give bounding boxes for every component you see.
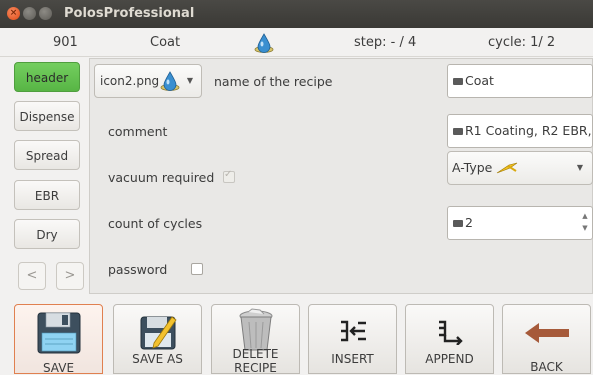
sidebar-item-header[interactable]: header bbox=[14, 62, 80, 92]
bottom-toolbar: SAVE SAVE AS DELETE RECIPE INSERT APPEND… bbox=[0, 304, 593, 375]
cycles-spinbox[interactable]: 2 ▲ ▼ bbox=[447, 206, 593, 240]
password-label: password bbox=[108, 262, 168, 277]
icon-select[interactable]: icon2.png ▼ bbox=[94, 64, 202, 98]
insert-button[interactable]: INSERT bbox=[308, 304, 397, 374]
comment-field[interactable]: R1 Coating, R2 EBR, R3 bbox=[447, 114, 593, 148]
append-button[interactable]: APPEND bbox=[405, 304, 494, 374]
back-arrow-icon bbox=[524, 323, 569, 343]
keyboard-icon bbox=[453, 78, 463, 85]
save-as-icon bbox=[140, 316, 177, 350]
vacuum-type-select[interactable]: A-Type ▼ bbox=[447, 151, 593, 185]
trash-can-icon bbox=[239, 308, 272, 351]
section-sidebar: header Dispense Spread EBR Dry bbox=[0, 56, 88, 296]
back-button[interactable]: BACK bbox=[502, 304, 591, 374]
keyboard-icon bbox=[453, 128, 463, 135]
next-page-button[interactable]: > bbox=[56, 262, 84, 290]
window-title: PolosProfessional bbox=[64, 6, 195, 21]
program-number: 901 bbox=[53, 35, 78, 50]
cycle-indicator: cycle: 1/ 2 bbox=[488, 35, 556, 50]
step-indicator: step: - / 4 bbox=[354, 35, 417, 50]
recipe-name-display: Coat bbox=[150, 35, 181, 50]
insert-step-icon bbox=[340, 320, 366, 342]
vacuum-label: vacuum required bbox=[108, 170, 215, 185]
sidebar-item-dry[interactable]: Dry bbox=[14, 219, 80, 249]
sidebar-item-dispense[interactable]: Dispense bbox=[14, 101, 80, 131]
floppy-disk-icon bbox=[37, 312, 80, 354]
chevron-down-icon: ▼ bbox=[576, 163, 583, 172]
password-checkbox[interactable] bbox=[191, 263, 203, 275]
title-bar: × PolosProfessional bbox=[0, 0, 593, 28]
maximize-window-button[interactable] bbox=[39, 7, 52, 20]
header-settings-panel: icon2.png ▼ name of the recipe Coat comm… bbox=[89, 58, 593, 294]
comment-label: comment bbox=[108, 124, 168, 139]
drop-icon bbox=[160, 71, 180, 91]
sidebar-item-ebr[interactable]: EBR bbox=[14, 180, 80, 210]
prev-page-button[interactable]: < bbox=[18, 262, 46, 290]
minimize-window-button[interactable] bbox=[23, 7, 36, 20]
delete-recipe-button[interactable]: DELETE RECIPE bbox=[211, 304, 300, 375]
chuck-icon bbox=[496, 162, 518, 174]
spin-arrows-icon[interactable]: ▲ ▼ bbox=[578, 207, 592, 239]
vacuum-checkbox[interactable]: ✓ bbox=[223, 169, 235, 183]
recipe-name-field[interactable]: Coat bbox=[447, 64, 593, 98]
close-window-button[interactable]: × bbox=[7, 7, 20, 20]
keyboard-icon bbox=[453, 220, 463, 227]
drop-icon bbox=[254, 33, 274, 53]
append-step-icon bbox=[438, 320, 463, 345]
vacuum-type-value: A-Type bbox=[452, 160, 493, 175]
cycles-label: count of cycles bbox=[108, 216, 203, 231]
save-as-button[interactable]: SAVE AS bbox=[113, 304, 202, 374]
icon-select-value: icon2.png bbox=[100, 74, 160, 88]
status-bar: 901 Coat step: - / 4 cycle: 1/ 2 bbox=[0, 28, 593, 57]
save-button[interactable]: SAVE bbox=[14, 304, 103, 375]
recipe-name-label: name of the recipe bbox=[214, 74, 333, 89]
sidebar-item-spread[interactable]: Spread bbox=[14, 140, 80, 170]
chevron-down-icon: ▼ bbox=[186, 76, 193, 85]
